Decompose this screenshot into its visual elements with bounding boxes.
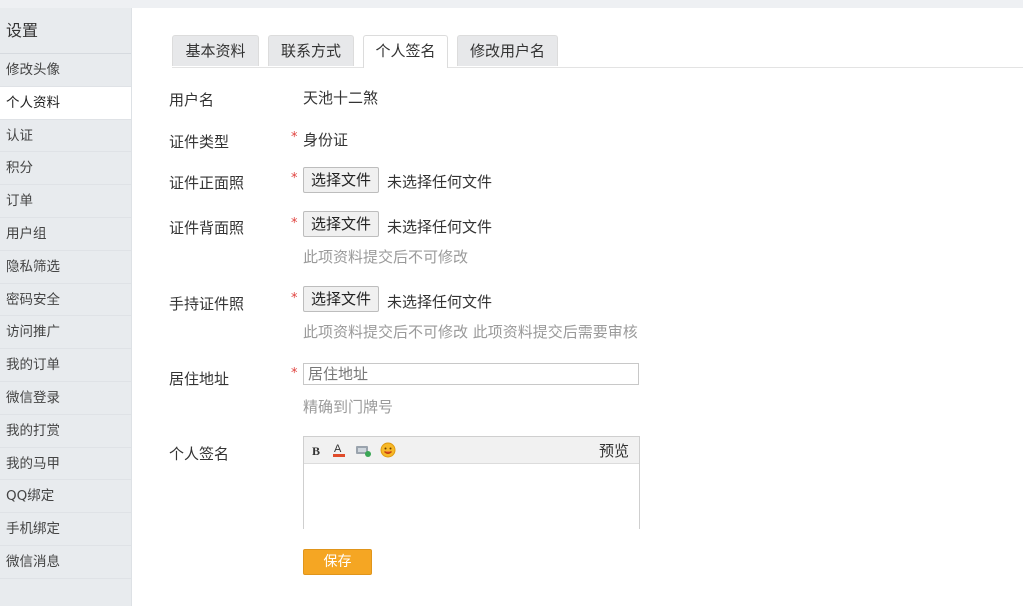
sidebar-item-qq-binding[interactable]: QQ绑定: [0, 480, 131, 514]
required-mark: *: [291, 130, 298, 145]
sidebar-item-wechat-login[interactable]: 微信登录: [0, 382, 131, 415]
id-handheld-file-status: 未选择任何文件: [387, 293, 493, 311]
sidebar-item-orders[interactable]: 订单: [0, 185, 131, 218]
required-mark: *: [291, 291, 298, 306]
sidebar-item-points[interactable]: 积分: [0, 152, 131, 186]
sidebar-item-verification[interactable]: 认证: [0, 120, 131, 153]
id-front-label: 证件正面照: [169, 174, 245, 192]
profile-tabs: 基本资料 联系方式 个人签名 修改用户名: [172, 35, 1023, 68]
bold-icon[interactable]: B: [308, 441, 326, 459]
id-front-file-status: 未选择任何文件: [387, 173, 493, 191]
top-bar: [0, 0, 1023, 8]
sidebar-title: 设置: [0, 8, 131, 54]
sidebar-item-profile[interactable]: 个人资料: [0, 86, 131, 120]
sidebar-item-rewards[interactable]: 我的打赏: [0, 415, 131, 448]
id-front-file-button[interactable]: 选择文件: [303, 167, 380, 193]
settings-sidebar: 设置 修改头像 个人资料 认证 积分 订单 用户组 隐私筛选 密码安全 访问推广…: [0, 8, 132, 606]
tab-basic-info[interactable]: 基本资料: [172, 35, 259, 66]
sidebar-item-privacy[interactable]: 隐私筛选: [0, 251, 131, 284]
required-mark: *: [291, 366, 298, 381]
id-type-value: 身份证: [303, 131, 349, 149]
id-back-file-button[interactable]: 选择文件: [303, 211, 380, 237]
signature-editor: B A 预览: [303, 436, 640, 529]
tab-contact[interactable]: 联系方式: [268, 35, 354, 66]
save-button[interactable]: 保存: [303, 549, 372, 575]
address-label: 居住地址: [169, 370, 230, 388]
tab-signature[interactable]: 个人签名: [363, 35, 448, 68]
sidebar-item-wechat-messages[interactable]: 微信消息: [0, 546, 131, 579]
tab-change-username[interactable]: 修改用户名: [457, 35, 558, 66]
signature-textarea[interactable]: [304, 464, 639, 529]
id-handheld-hint: 此项资料提交后不可修改 此项资料提交后需要审核: [303, 323, 638, 341]
svg-text:A: A: [334, 443, 342, 455]
id-back-hint: 此项资料提交后不可修改: [303, 248, 469, 266]
font-color-icon[interactable]: A: [330, 441, 348, 459]
sidebar-item-phone-binding[interactable]: 手机绑定: [0, 513, 131, 546]
sidebar-item-promotion[interactable]: 访问推广: [0, 316, 131, 350]
username-label: 用户名: [169, 91, 215, 109]
sidebar-item-my-orders[interactable]: 我的订单: [0, 349, 131, 382]
address-input[interactable]: [303, 363, 639, 385]
id-back-file-status: 未选择任何文件: [387, 218, 493, 236]
username-value: 天池十二煞: [303, 89, 379, 107]
address-hint: 精确到门牌号: [303, 398, 394, 416]
preview-link[interactable]: 预览: [599, 440, 629, 461]
id-handheld-label: 手持证件照: [169, 295, 245, 313]
required-mark: *: [291, 216, 298, 231]
id-handheld-file-button[interactable]: 选择文件: [303, 286, 380, 312]
sidebar-item-password[interactable]: 密码安全: [0, 284, 131, 317]
signature-label: 个人签名: [169, 445, 230, 463]
required-mark: *: [291, 171, 298, 186]
emoji-icon[interactable]: [379, 441, 397, 459]
editor-toolbar: B A 预览: [304, 437, 639, 464]
svg-text:B: B: [312, 444, 320, 458]
sidebar-item-avatar[interactable]: 修改头像: [0, 54, 131, 87]
image-icon[interactable]: [354, 441, 372, 459]
id-back-label: 证件背面照: [169, 219, 245, 237]
sidebar-item-usergroup[interactable]: 用户组: [0, 218, 131, 251]
sidebar-item-alt-accounts[interactable]: 我的马甲: [0, 448, 131, 481]
id-type-label: 证件类型: [169, 133, 230, 151]
